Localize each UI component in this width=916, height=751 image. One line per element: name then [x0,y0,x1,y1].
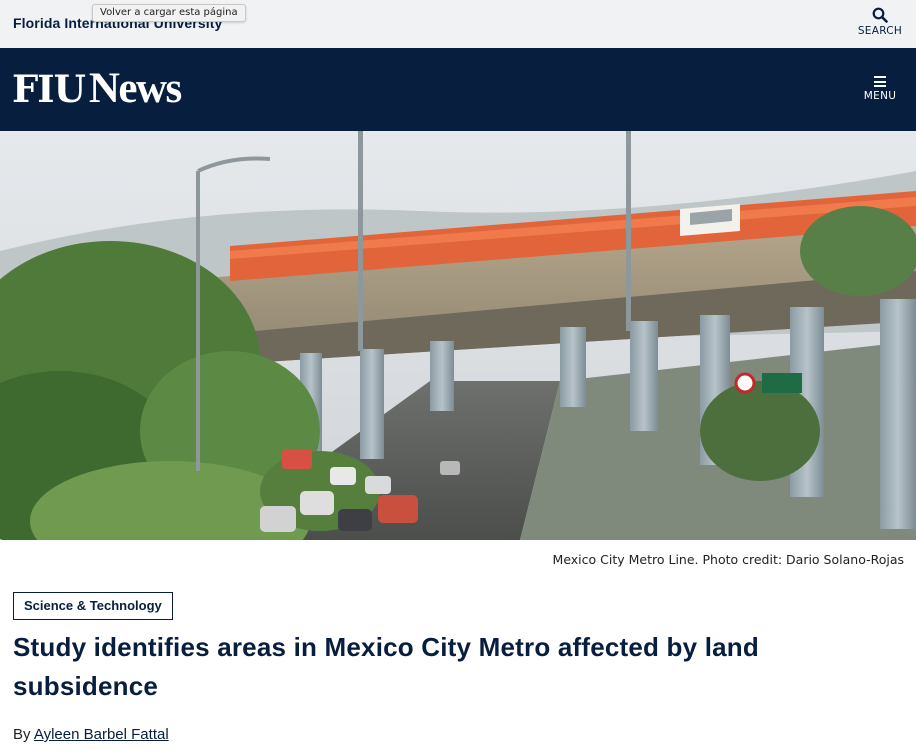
byline: By Ayleen Barbel Fattal [13,726,169,743]
menu-button[interactable]: MENU [856,72,904,108]
top-utility-bar: Florida International University Volver … [0,0,916,48]
article-headline: Study identifies areas in Mexico City Me… [13,632,759,701]
main-nav-bar: FIUNews MENU [0,48,916,131]
hamburger-icon [874,76,886,87]
search-icon [872,7,888,23]
reload-tooltip: Volver a cargar esta página [92,4,246,22]
byline-prefix: By [13,726,31,743]
metro-photo [0,131,916,540]
search-label: SEARCH [857,25,903,37]
hero-caption: Mexico City Metro Line. Photo credit: Da… [552,552,904,567]
menu-label: MENU [863,89,897,102]
author-link[interactable]: Ayleen Barbel Fattal [34,726,169,743]
hero-image [0,131,916,540]
logo-news-text: News [88,65,182,112]
fiu-news-logo[interactable]: FIUNews [12,65,182,112]
search-button[interactable]: SEARCH [852,4,908,44]
category-tag[interactable]: Science & Technology [13,592,173,620]
logo-fiu-text: FIU [12,67,86,111]
